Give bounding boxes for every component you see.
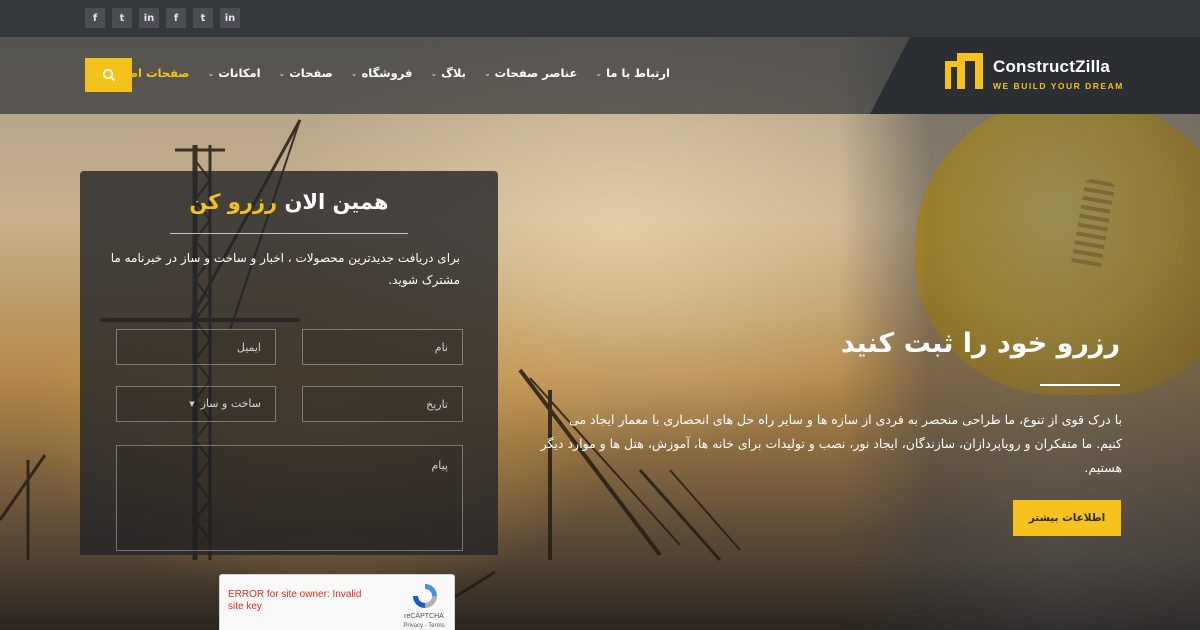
message-field[interactable] <box>116 445 463 551</box>
linkedin-icon[interactable]: in <box>139 8 159 28</box>
chevron-down-icon: ⌄ <box>595 68 603 78</box>
nav-item-contact[interactable]: ارتباط با ما ⌄ <box>595 66 670 80</box>
chevron-down-icon: ⌄ <box>483 68 491 78</box>
facebook-icon[interactable]: f <box>85 8 105 28</box>
date-field[interactable] <box>302 386 463 422</box>
nav-item-label: امکانات <box>218 66 261 80</box>
chevron-down-icon: ⌄ <box>430 68 438 78</box>
chevron-down-icon: ⌄ <box>207 68 215 78</box>
hero-title: رزرو خود را ثبت کنید <box>840 328 1120 359</box>
facebook-icon[interactable]: f <box>166 8 186 28</box>
nav-item-features[interactable]: امکانات ⌄ <box>208 66 261 80</box>
nav-item-label: صفحات <box>289 66 333 80</box>
service-select-value: ساخت و ساز <box>200 397 261 410</box>
nav-item-shop[interactable]: فروشگاه ⌄ <box>351 66 413 80</box>
name-field[interactable] <box>302 329 463 365</box>
search-icon <box>102 68 115 82</box>
nav-item-label: فروشگاه <box>361 66 413 80</box>
recaptcha-links[interactable]: Privacy - Terms <box>395 623 453 629</box>
recaptcha-error: ERROR for site owner: Invalid site key <box>228 589 362 612</box>
chevron-down-icon: ⌄ <box>278 68 286 78</box>
twitter-icon[interactable]: t <box>112 8 132 28</box>
booking-title-highlight: رزرو کن <box>189 190 278 214</box>
linkedin-icon[interactable]: in <box>220 8 240 28</box>
hero-bottom-shade <box>0 555 1200 630</box>
nav-item-label: عناصر صفحات <box>494 66 578 80</box>
nav-item-elements[interactable]: عناصر صفحات ⌄ <box>484 66 577 80</box>
nav-item-pages[interactable]: صفحات ⌄ <box>279 66 333 80</box>
booking-title: همین الان رزرو کن <box>80 190 498 214</box>
booking-title-main: همین الان <box>284 190 389 214</box>
brand-tagline: WE BUILD YOUR DREAM <box>993 81 1124 91</box>
more-info-button[interactable]: اطلاعات بیشتر <box>1013 500 1121 536</box>
nav-item-label: ارتباط با ما <box>606 66 670 80</box>
booking-title-underline <box>170 233 408 234</box>
booking-description: برای دریافت جدیدترین محصولات ، اخبار و س… <box>110 251 460 287</box>
brand-name[interactable]: ConstructZilla <box>993 57 1110 77</box>
hero-body-text: با درک قوی از تنوع، ما طراحی منحصر به فر… <box>540 412 1122 475</box>
chevron-down-icon: ⌄ <box>350 68 358 78</box>
caret-down-icon: ▼ <box>189 400 195 408</box>
nav-menu: صفحات اصلی ⌄ امکانات ⌄ صفحات ⌄ فروشگاه ⌄… <box>100 66 670 80</box>
social-links: f t in f t in <box>85 8 240 28</box>
nav-item-label: بلاگ <box>441 66 466 80</box>
hero-title-underline <box>1040 384 1120 386</box>
recaptcha-brand: reCAPTCHA <box>404 613 444 620</box>
email-field[interactable] <box>116 329 276 365</box>
nav-item-blog[interactable]: بلاگ ⌄ <box>430 66 466 80</box>
recaptcha-widget[interactable]: ERROR for site owner: Invalid site key r… <box>219 574 455 630</box>
recaptcha-icon <box>413 584 437 608</box>
service-select[interactable]: ساخت و ساز ▼ <box>116 386 276 422</box>
logo-icon[interactable] <box>943 47 985 91</box>
search-button[interactable] <box>85 58 132 92</box>
twitter-icon[interactable]: t <box>193 8 213 28</box>
